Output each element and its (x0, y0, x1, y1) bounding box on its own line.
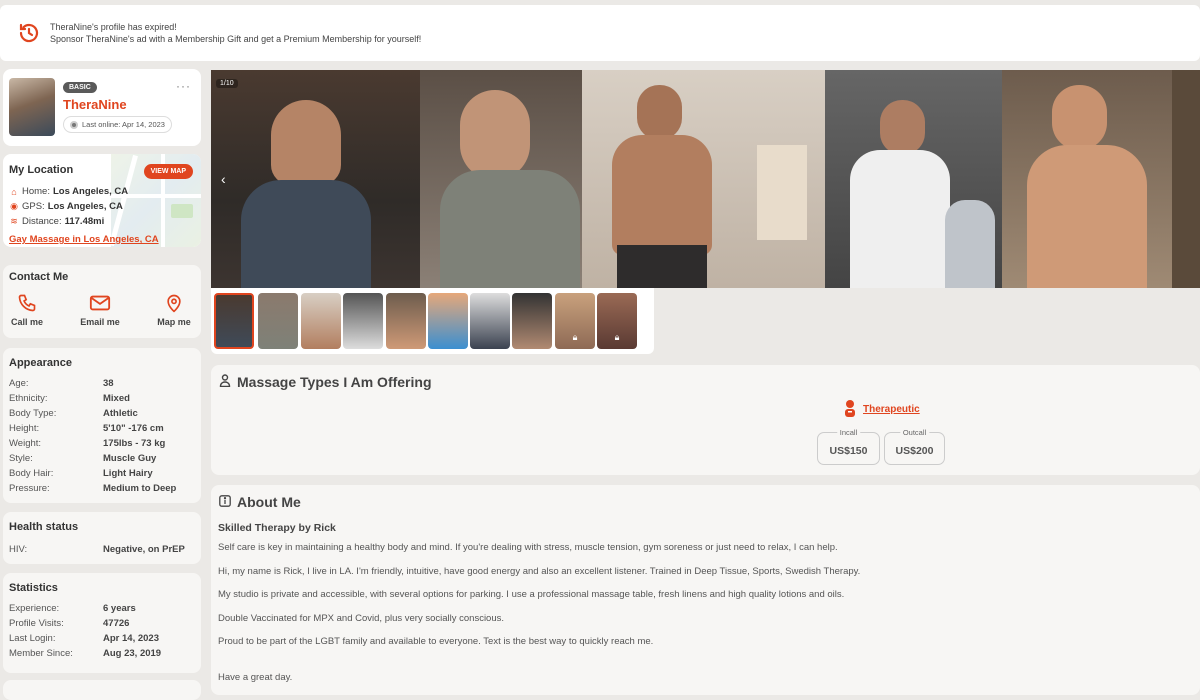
about-card: About Me Skilled Therapy by Rick Self ca… (211, 485, 1200, 695)
more-options-icon[interactable]: ··· (176, 79, 191, 93)
city-massage-link[interactable]: Gay Massage in Los Angeles, CA (9, 234, 159, 245)
about-subtitle: Skilled Therapy by Rick (218, 522, 336, 534)
thumbnail[interactable] (428, 293, 468, 349)
lock-icon: 🔒︎ (572, 332, 578, 342)
contact-title: Contact Me (9, 271, 69, 283)
expired-profile-banner: TheraNine's profile has expired! Sponsor… (0, 5, 1200, 61)
appearance-card: Appearance Age: 38 Ethnicity: Mixed Body T… (3, 348, 201, 503)
appearance-title: Appearance (9, 357, 72, 369)
thumbnail[interactable] (512, 293, 552, 349)
stats-row: Last Login: Apr 14, 2023 (9, 633, 159, 644)
next-sidebar-card (3, 680, 201, 700)
home-icon: ⌂ (11, 186, 17, 197)
thumbnail[interactable] (258, 293, 298, 349)
phone-icon (0, 292, 57, 314)
photo-counter: 1/10 (216, 79, 238, 88)
status-dot-icon (70, 120, 78, 129)
banner-line-2[interactable]: Sponsor TheraNine's ad with a Membership… (50, 33, 421, 45)
gallery-photo[interactable] (1002, 70, 1172, 288)
gallery-photo[interactable] (825, 70, 1002, 288)
about-paragraph: Hi, my name is Rick, I live in LA. I'm f… (218, 566, 861, 577)
mail-icon (70, 292, 130, 314)
home-location: ⌂ Home: Los Angeles, CA (9, 186, 128, 197)
thumbnail[interactable] (470, 293, 510, 349)
health-card: Health status HIV: Negative, on PrEP (3, 512, 201, 564)
appearance-row: Weight: 175lbs - 73 kg (9, 438, 166, 449)
outcall-price: Outcall US$200 (884, 428, 945, 465)
gallery-photo[interactable] (582, 70, 825, 288)
about-paragraph: Have a great day. (218, 672, 293, 683)
statistics-card: Statistics Experience: 6 years Profile Vi… (3, 573, 201, 673)
massage-types-title: Massage Types I Am Offering (219, 374, 432, 390)
thumbnail-strip: 🔒︎ 🔒︎ (211, 288, 654, 354)
health-title: Health status (9, 521, 79, 533)
avatar[interactable] (9, 78, 55, 136)
appearance-row: Height: 5'10" -176 cm (9, 423, 164, 434)
last-online-text: Last online: Apr 14, 2023 (82, 120, 165, 129)
location-card: My Location VIEW MAP ⌂ Home: Los Angeles… (3, 154, 201, 247)
email-button[interactable]: Email me (70, 292, 130, 327)
banner-line-1: TheraNine's profile has expired! (50, 22, 177, 32)
gallery-photo[interactable] (420, 70, 582, 288)
locked-thumbnail[interactable]: 🔒︎ (555, 293, 595, 349)
chevron-left-icon[interactable]: ‹ (221, 171, 226, 187)
about-paragraph: Proud to be part of the LGBT family and … (218, 636, 654, 647)
statistics-title: Statistics (9, 582, 58, 594)
gallery-photo[interactable] (211, 70, 420, 288)
about-paragraph: My studio is private and accessible, wit… (218, 589, 845, 600)
about-paragraph: Double Vaccinated for MPX and Covid, plu… (218, 613, 505, 624)
thumbnail[interactable] (343, 293, 383, 349)
stats-row: Member Since: Aug 23, 2019 (9, 648, 162, 659)
map-pin-icon (144, 292, 204, 314)
profile-card: BASIC TheraNine Last online: Apr 14, 202… (3, 69, 201, 146)
last-online-status: Last online: Apr 14, 2023 (63, 116, 172, 133)
about-paragraph: Self care is key in maintaining a health… (218, 542, 838, 553)
appearance-row: Body Type: Athletic (9, 408, 138, 419)
photo-gallery[interactable] (211, 70, 1200, 288)
incall-price: Incall US$150 (817, 428, 880, 465)
appearance-row: Pressure: Medium to Deep (9, 483, 177, 494)
signal-icon: ≋ (10, 216, 18, 226)
thumbnail[interactable] (214, 293, 254, 349)
map-button[interactable]: Map me (144, 292, 204, 327)
history-icon (14, 18, 44, 48)
about-title: About Me (219, 494, 301, 510)
appearance-row: Body Hair: Light Hairy (9, 468, 153, 479)
gps-location: ◉ GPS: Los Angeles, CA (10, 201, 123, 212)
distance: ≋ Distance: 117.48mi (10, 216, 105, 227)
appearance-row: Style: Muscle Guy (9, 453, 157, 464)
pin-icon: ◉ (10, 201, 18, 211)
therapeutic-link[interactable]: Therapeutic (842, 399, 920, 420)
contact-card: Contact Me Call me Email me Map me (3, 265, 201, 338)
locked-thumbnail[interactable]: 🔒︎ (597, 293, 637, 349)
lock-icon: 🔒︎ (614, 332, 620, 342)
appearance-row: Age: 38 (9, 378, 114, 389)
profile-name: TheraNine (63, 97, 127, 112)
stats-row: Profile Visits: 47726 (9, 618, 130, 629)
membership-badge: BASIC (63, 82, 97, 93)
location-title: My Location (9, 164, 74, 176)
info-icon (219, 494, 231, 510)
call-button[interactable]: Call me (0, 292, 57, 327)
therapist-icon (842, 399, 858, 420)
view-map-button[interactable]: VIEW MAP (143, 164, 193, 179)
thumbnail[interactable] (386, 293, 426, 349)
appearance-row: Ethnicity: Mixed (9, 393, 130, 404)
thumbnail[interactable] (301, 293, 341, 349)
massage-types-card: Massage Types I Am Offering Therapeutic … (211, 365, 1200, 475)
gallery-photo[interactable] (1172, 70, 1200, 288)
hiv-status-row: HIV: Negative, on PrEP (9, 544, 185, 555)
masseur-icon (219, 374, 231, 390)
stats-row: Experience: 6 years (9, 603, 136, 614)
